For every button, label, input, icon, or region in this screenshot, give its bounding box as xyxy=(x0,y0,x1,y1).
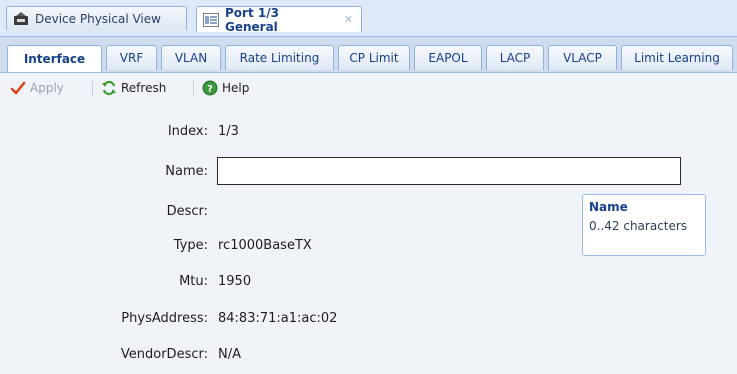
refresh-label: Refresh xyxy=(121,81,167,95)
name-label: Name: xyxy=(165,164,208,179)
tab-label: Port 1/3 General xyxy=(225,5,279,34)
tab-label: VRF xyxy=(119,51,144,65)
phys-address-value: 84:83:71:a1:ac:02 xyxy=(218,311,338,326)
tab-label: LACP xyxy=(499,51,531,65)
vendor-descr-label: VendorDescr: xyxy=(120,347,208,362)
vendor-descr-value: N/A xyxy=(218,347,241,362)
svg-text:?: ? xyxy=(207,84,213,95)
index-value: 1/3 xyxy=(218,124,239,139)
tab-label: VLACP xyxy=(563,51,602,65)
tab-interface[interactable]: Interface xyxy=(7,45,102,72)
tab-vrf[interactable]: VRF xyxy=(106,45,157,70)
tab-label: Limit Learning xyxy=(634,51,720,65)
device-icon xyxy=(13,11,29,27)
tab-label: Device Physical View xyxy=(35,11,161,26)
checkmark-icon xyxy=(10,80,26,96)
refresh-icon xyxy=(101,80,117,96)
mtu-value: 1950 xyxy=(218,274,252,289)
phys-address-label: PhysAddress: xyxy=(121,311,208,326)
panel-icon xyxy=(203,12,219,27)
tab-limit-learning[interactable]: Limit Learning xyxy=(621,45,733,70)
sub-tab-bar: Interface VRF VLAN Rate Limiting CP Limi… xyxy=(0,36,737,72)
tab-device-physical-view[interactable]: Device Physical View xyxy=(6,6,187,30)
tab-label: EAPOL xyxy=(428,51,468,65)
refresh-button[interactable]: Refresh xyxy=(101,79,166,97)
tab-rate-limiting[interactable]: Rate Limiting xyxy=(225,45,334,70)
name-input[interactable] xyxy=(217,157,681,185)
tab-cp-limit[interactable]: CP Limit xyxy=(338,45,410,70)
apply-label: Apply xyxy=(30,81,64,95)
tab-vlan[interactable]: VLAN xyxy=(161,45,221,70)
document-tab-bar: Device Physical View Port 1/3 General ✕ xyxy=(0,0,737,36)
index-label: Index: xyxy=(167,124,208,139)
descr-label: Descr: xyxy=(166,204,208,219)
name-field-tooltip: Name 0..42 characters xyxy=(582,194,706,256)
tab-lacp[interactable]: LACP xyxy=(486,45,544,70)
help-icon: ? xyxy=(202,80,218,96)
tooltip-title: Name xyxy=(589,200,628,214)
apply-button[interactable]: Apply xyxy=(10,79,64,97)
tab-eapol[interactable]: EAPOL xyxy=(414,45,482,70)
toolbar-divider xyxy=(193,81,194,97)
close-icon[interactable]: ✕ xyxy=(344,13,353,26)
tab-label: CP Limit xyxy=(349,51,399,65)
type-value: rc1000BaseTX xyxy=(218,238,312,253)
help-label: Help xyxy=(222,81,250,95)
tooltip-body: 0..42 characters xyxy=(589,219,688,233)
tab-label: Interface xyxy=(23,52,86,66)
toolbar-divider xyxy=(92,81,93,97)
type-label: Type: xyxy=(173,238,208,253)
tab-port-general[interactable]: Port 1/3 General ✕ xyxy=(196,5,362,34)
tab-label: VLAN xyxy=(174,51,208,65)
mtu-label: Mtu: xyxy=(179,274,208,289)
tab-vlacp[interactable]: VLACP xyxy=(548,45,617,70)
tab-label: Rate Limiting xyxy=(239,51,320,65)
toolbar: Apply Refresh ? Help xyxy=(0,72,737,102)
help-button[interactable]: ? Help xyxy=(202,79,249,97)
